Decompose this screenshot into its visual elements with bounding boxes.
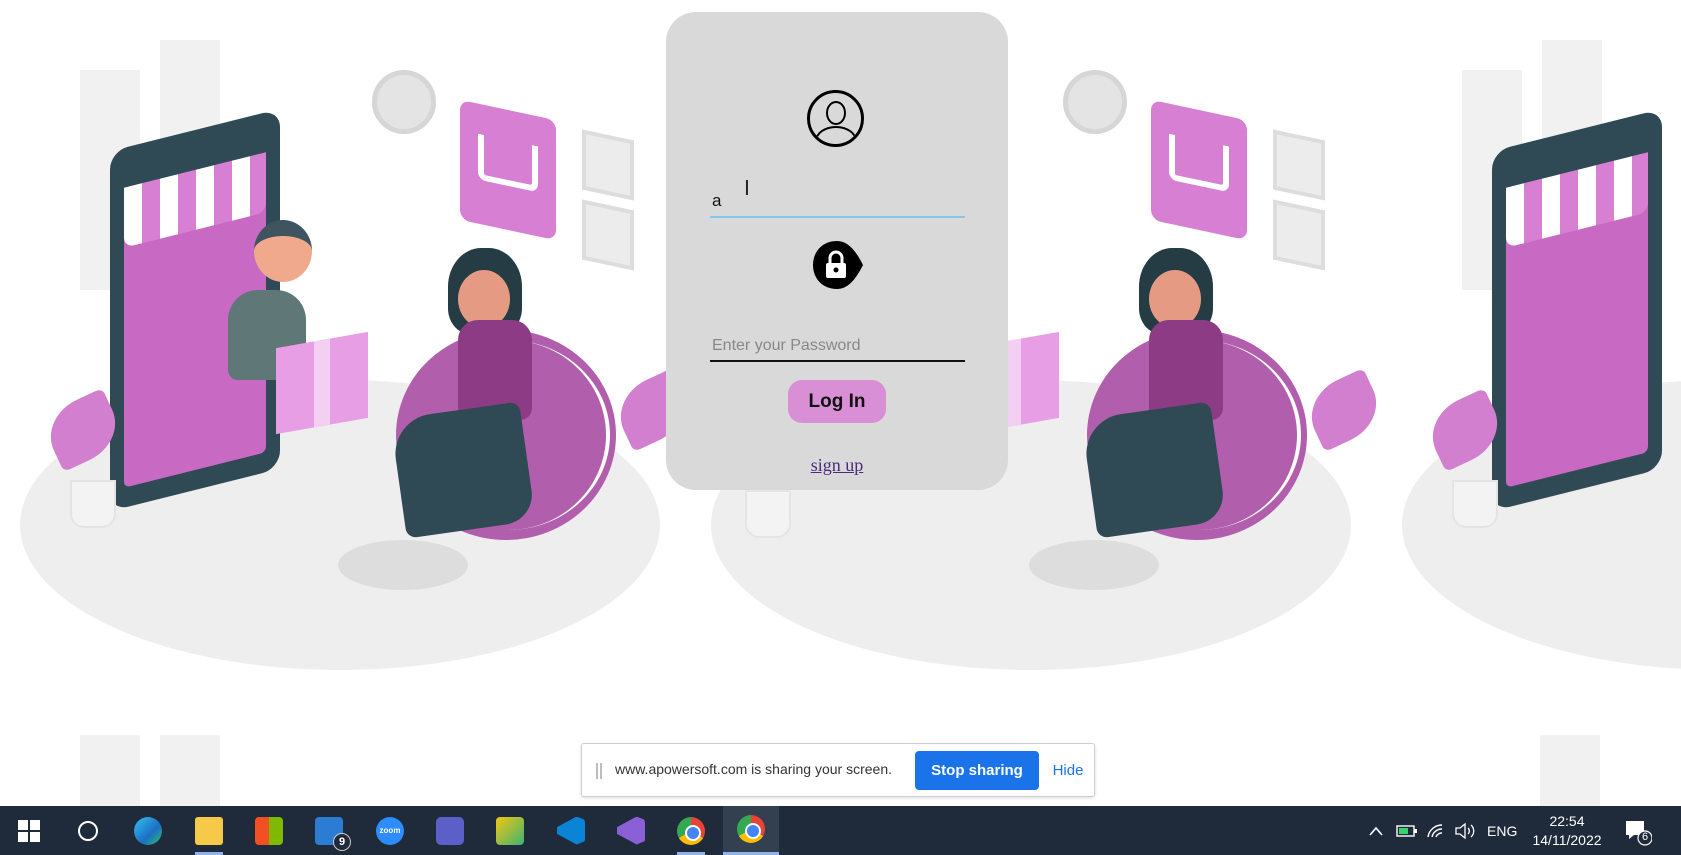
cortana-icon: [78, 820, 98, 841]
drag-handle-icon[interactable]: [596, 763, 602, 779]
chevron-up-icon: [1369, 826, 1383, 836]
start-button[interactable]: [1, 806, 57, 855]
teams-icon: [436, 816, 464, 845]
taskbar-app-chrome-active[interactable]: [723, 806, 779, 855]
picture-frame-icon: [1273, 199, 1325, 271]
clock-date: 14/11/2022: [1532, 832, 1602, 848]
mail-badge: 9: [333, 832, 351, 851]
taskbar-app-zoom[interactable]: zoom: [362, 806, 418, 855]
plant-pot: [745, 490, 791, 538]
login-button[interactable]: Log In: [788, 380, 886, 423]
edge-icon: [134, 816, 162, 845]
search-button[interactable]: [60, 806, 116, 855]
login-card: I Log In sign up: [666, 12, 1008, 490]
woman-legs: [1081, 401, 1227, 539]
taskbar-app-teams[interactable]: [422, 806, 478, 855]
plant-leaf: [1299, 368, 1389, 452]
lock-icon: [813, 241, 863, 289]
folder-icon: [195, 816, 223, 845]
shopping-scene-left: [0, 20, 698, 680]
package-box-icon: [276, 331, 368, 435]
chrome-icon: [677, 816, 705, 845]
screen-sharing-bar: www.apowersoft.com is sharing your scree…: [581, 743, 1095, 797]
taskbar-app-file-explorer[interactable]: [181, 806, 237, 855]
signup-link[interactable]: sign up: [666, 455, 1008, 476]
vscode-icon: [557, 816, 585, 845]
taskbar-app-store[interactable]: [241, 806, 297, 855]
taskbar-clock[interactable]: 22:54 14/11/2022: [1522, 812, 1612, 850]
notification-count: 6: [1641, 831, 1649, 843]
plant-pot: [1452, 480, 1498, 528]
store-icon: [255, 816, 283, 845]
shopping-scene-edge: [1382, 20, 1681, 680]
shadow: [1029, 540, 1159, 590]
password-input[interactable]: [710, 324, 965, 362]
hide-button[interactable]: Hide: [1048, 751, 1088, 790]
shopping-cart-icon: [1151, 99, 1247, 241]
user-avatar-icon: [807, 90, 864, 147]
taskbar-app-visual-studio[interactable]: [603, 806, 659, 855]
sharing-message: www.apowersoft.com is sharing your scree…: [615, 761, 892, 777]
zoom-icon: zoom: [376, 816, 404, 845]
language-label: ENG: [1487, 822, 1518, 839]
clock-time: 22:54: [1549, 813, 1585, 829]
taskbar-app-vscode[interactable]: [543, 806, 599, 855]
courier-head: [254, 220, 312, 282]
snip-icon: [496, 816, 524, 845]
picture-frame-icon: [1273, 129, 1325, 201]
stop-sharing-button[interactable]: Stop sharing: [915, 751, 1039, 790]
mail-icon: 9: [315, 816, 351, 851]
shopping-cart-icon: [460, 99, 556, 241]
volume-tray[interactable]: [1454, 806, 1476, 855]
taskbar-app-chrome[interactable]: [663, 806, 719, 855]
action-center-button[interactable]: 6: [1622, 816, 1653, 846]
shadow: [338, 540, 468, 590]
taskbar-app-mail[interactable]: 9: [301, 806, 357, 855]
battery-tray[interactable]: [1396, 806, 1418, 855]
battery-icon: [1396, 824, 1417, 837]
wall-panel: [160, 735, 220, 806]
chrome-icon: [737, 815, 765, 843]
wall-clock-icon: [1063, 70, 1127, 134]
taskbar-app-edge[interactable]: [120, 806, 176, 855]
visual-studio-icon: [617, 816, 645, 845]
taskbar-app-snipping[interactable]: [482, 806, 538, 855]
picture-frame-icon: [582, 129, 634, 201]
wall-panel: [80, 735, 140, 806]
picture-frame-icon: [582, 199, 634, 271]
woman-legs: [390, 401, 536, 539]
language-indicator[interactable]: ENG: [1487, 806, 1517, 855]
show-hidden-icons[interactable]: [1368, 806, 1384, 855]
wall-panel: [1540, 735, 1600, 806]
network-tray[interactable]: [1426, 806, 1446, 855]
speaker-icon: [1455, 822, 1475, 839]
plant-pot: [70, 480, 116, 528]
phone-storefront-illustration: [1492, 108, 1662, 512]
text-cursor-icon: I: [744, 176, 750, 200]
wall-clock-icon: [372, 70, 436, 134]
windows-taskbar: 9 zoom ENG 22:54 14/11/2022 6: [0, 806, 1681, 855]
wifi-icon: [1427, 823, 1443, 837]
windows-icon: [18, 819, 40, 842]
